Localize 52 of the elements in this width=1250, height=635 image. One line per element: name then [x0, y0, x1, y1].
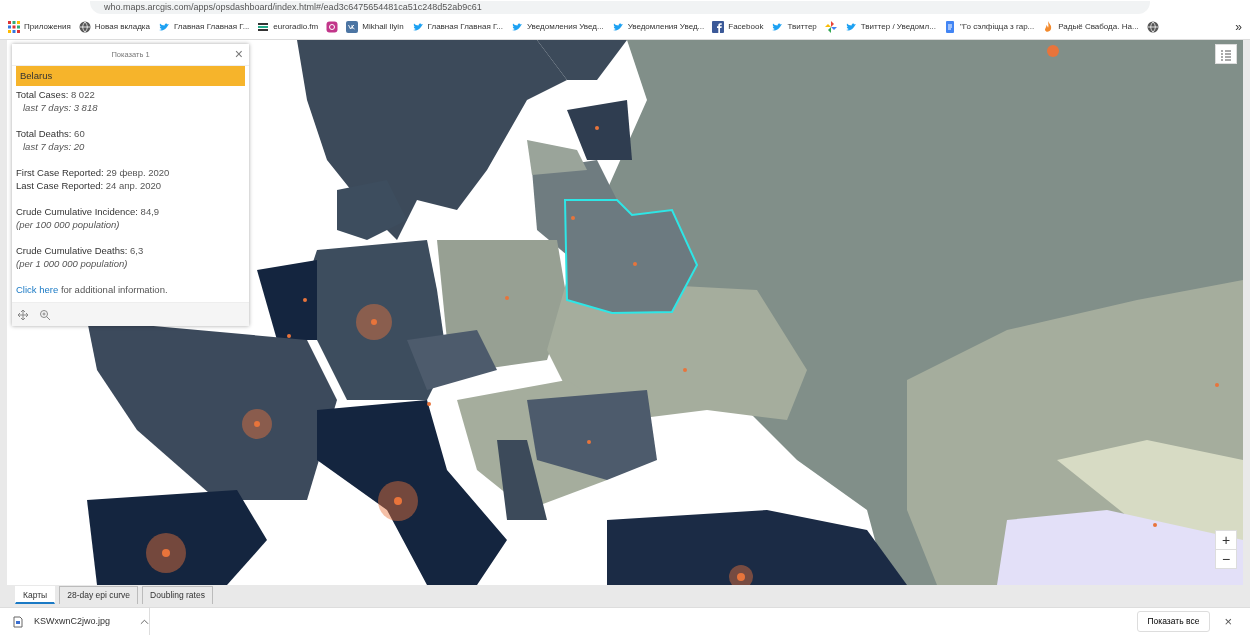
bookmark-link[interactable]: Радыё Свабода. На... [1058, 20, 1139, 33]
list-icon [1220, 49, 1232, 62]
note-text: last 7 days: 3 818 [22, 101, 99, 114]
vk-icon[interactable] [346, 20, 359, 33]
stat-line: Crude Cumulative Deaths: 6,3 [16, 244, 145, 257]
bookmark-link[interactable]: Mikhail Ilyin [362, 20, 404, 33]
tab[interactable]: Карты [15, 586, 56, 604]
bookmark-link[interactable]: Уведомления Увед... [627, 20, 705, 33]
stat-line: Crude Cumulative Incidence: 84,9 [16, 205, 161, 218]
move-icon[interactable] [17, 308, 29, 321]
stat-line: First Case Reported: 29 февр. 2020 [16, 166, 171, 179]
legend-button[interactable] [1215, 44, 1237, 64]
chevron-up-icon[interactable] [140, 617, 149, 626]
unit-text: (per 1 000 000 population) [16, 257, 129, 270]
bookmark-link[interactable]: Facebook [728, 20, 764, 33]
bookmark-link[interactable]: Твиттер [787, 20, 817, 33]
globe-icon[interactable] [1146, 20, 1159, 33]
grid-icon[interactable] [8, 20, 20, 33]
bookmark-link[interactable]: Уведомления Увед... [526, 20, 604, 33]
zoom-in-button[interactable]: + [1215, 530, 1237, 550]
info-link[interactable]: Click here [16, 284, 59, 295]
zoom-to-icon[interactable] [39, 308, 51, 321]
globe-icon[interactable] [78, 20, 91, 33]
stat-line: Total Deaths: 60 [16, 127, 86, 140]
bookmark-link[interactable]: Главная Главная Г... [427, 20, 503, 33]
show-all-button[interactable]: Показать все [1136, 611, 1211, 632]
stat-line: Last Case Reported: 24 апр. 2020 [16, 179, 163, 192]
tab[interactable]: Doubling rates [142, 586, 213, 604]
unit-text: (per 100 000 population) [16, 218, 121, 231]
bookmark-link[interactable]: Новая вкладка [94, 20, 150, 33]
bookmark-link[interactable]: Приложения [24, 20, 71, 33]
download-filename[interactable]: KSWxwnC2jwo.jpg [34, 614, 111, 629]
document-icon[interactable] [943, 20, 956, 33]
bookmark-link[interactable]: Главная Главная Г... [173, 20, 250, 33]
bars-icon[interactable] [257, 20, 270, 33]
note-text: last 7 days: 20 [22, 140, 86, 153]
bookmark-link[interactable]: Твиттер / Уведомл... [860, 20, 936, 33]
tab[interactable]: 28-day epi curve [59, 586, 139, 604]
close-button[interactable]: × [234, 47, 243, 61]
country-title: Belarus [16, 66, 245, 86]
stat-line: Total Cases: 8 022 [16, 88, 96, 101]
close-button[interactable]: × [1218, 610, 1238, 633]
more-bookmarks-button[interactable]: » [1235, 17, 1242, 36]
bookmark-link[interactable]: "Го сэлфіцца з гар... [959, 20, 1035, 33]
file-icon [12, 615, 24, 628]
info-text: Click here for additional information. [16, 283, 169, 296]
zoom-out-button[interactable]: − [1215, 549, 1237, 569]
address-bar[interactable]: who.maps.arcgis.com/apps/opsdashboard/index.html#/ead3c6475654481ca51c248d52ab9c61 [90, 1, 1150, 14]
bookmark-link[interactable]: euroradio.fm [273, 20, 319, 33]
pinwheel-icon[interactable] [824, 20, 837, 33]
facebook-icon[interactable] [712, 20, 725, 33]
camera-icon[interactable] [326, 20, 339, 33]
